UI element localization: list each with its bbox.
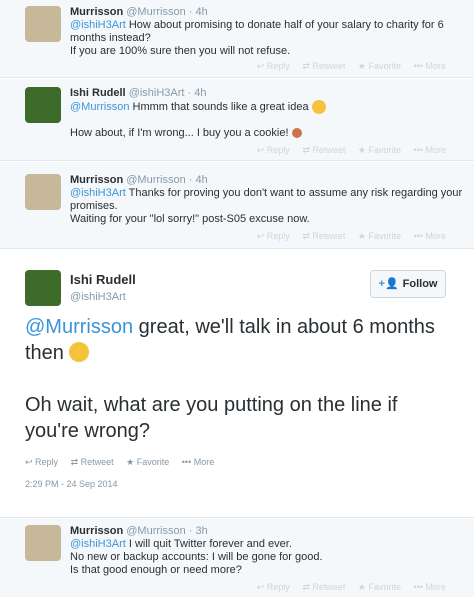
tweet-time[interactable]: 4h [196,174,208,186]
tweet-actions: ↩ Reply ⇄ Retweet ★ Favorite ••• More [247,581,446,594]
avatar[interactable] [25,270,61,306]
mention-link[interactable]: @ishiH3Art [70,19,126,31]
more-button[interactable]: ••• More [182,457,214,467]
favorite-button[interactable]: ★ Favorite [358,145,401,155]
follow-button[interactable]: +👤 Follow [370,270,446,298]
retweet-button[interactable]: ⇄ Retweet [302,582,345,592]
user-name[interactable]: Murrisson [70,6,123,18]
reply-button[interactable]: ↩ Reply [25,457,58,467]
tweet-text: @ishiH3Art I will quit Twitter forever a… [70,538,323,576]
tweet-time[interactable]: 4h [194,87,206,99]
mention-link[interactable]: @ishiH3Art [70,538,126,550]
user-name[interactable]: Murrisson [70,174,123,186]
reply-button[interactable]: ↩ Reply [257,582,290,592]
separator-dot: · [188,174,193,186]
separator-dot: · [188,525,193,537]
cookie-emoji-icon [291,128,302,139]
user-name[interactable]: Murrisson [70,525,123,537]
user-handle[interactable]: @ishiH3Art [129,87,185,99]
grin-emoji-icon [311,100,326,114]
more-button[interactable]: ••• More [414,231,446,241]
tweet-text: @ishiH3Art Thanks for proving you don't … [70,187,463,225]
tweet-time[interactable]: 3h [196,525,208,537]
favorite-button[interactable]: ★ Favorite [126,457,169,467]
favorite-button[interactable]: ★ Favorite [358,61,401,71]
avatar[interactable] [25,174,61,210]
tweet-2: Ishi Rudell @ishiH3Art · 4h @Murrisson H… [0,79,474,161]
mention-link[interactable]: @ishiH3Art [70,187,126,199]
mention-link[interactable]: @Murrisson [70,101,129,113]
tweet-1: Murrisson @Murrisson · 4h @ishiH3Art How… [0,0,474,78]
retweet-button[interactable]: ⇄ Retweet [302,231,345,241]
retweet-button[interactable]: ⇄ Retweet [302,145,345,155]
user-handle[interactable]: @ishiH3Art [70,291,136,304]
focused-tweet: Ishi Rudell @ishiH3Art +👤 Follow @Murriss… [0,250,474,518]
avatar[interactable] [25,6,61,42]
reply-button[interactable]: ↩ Reply [257,61,290,71]
tweet-actions: ↩ Reply ⇄ Retweet ★ Favorite ••• More [25,456,224,469]
mention-link[interactable]: @Murrisson [25,316,133,338]
tweet-actions: ↩ Reply ⇄ Retweet ★ Favorite ••• More [247,144,446,157]
reply-button[interactable]: ↩ Reply [257,231,290,241]
tweet-time[interactable]: 4h [196,6,208,18]
favorite-button[interactable]: ★ Favorite [358,231,401,241]
more-button[interactable]: ••• More [414,61,446,71]
retweet-button[interactable]: ⇄ Retweet [71,457,114,467]
tweet-4: Murrisson @Murrisson · 3h @ishiH3Art I w… [0,519,474,597]
user-handle[interactable]: @Murrisson [126,525,185,537]
reply-button[interactable]: ↩ Reply [257,145,290,155]
tweet-text: @Murrisson Hmmm that sounds like a great… [70,100,464,140]
tweet-actions: ↩ Reply ⇄ Retweet ★ Favorite ••• More [247,60,446,73]
tweet-3: Murrisson @Murrisson · 4h @ishiH3Art Tha… [0,162,474,249]
more-button[interactable]: ••• More [414,582,446,592]
user-name[interactable]: Ishi Rudell [70,87,126,99]
user-name[interactable]: Ishi Rudell [70,272,136,288]
add-user-icon: +👤 [378,278,399,290]
avatar[interactable] [25,87,61,123]
separator-dot: · [187,87,192,99]
user-handle[interactable]: @Murrisson [126,174,185,186]
avatar[interactable] [25,525,61,561]
separator-dot: · [188,6,193,18]
wink-emoji-icon [69,342,90,362]
tweet-actions: ↩ Reply ⇄ Retweet ★ Favorite ••• More [247,230,446,243]
tweet-text: @ishiH3Art How about promising to donate… [70,19,444,57]
tweet-timestamp[interactable]: 2:29 PM - 24 Sep 2014 [25,478,118,491]
user-handle[interactable]: @Murrisson [126,6,185,18]
retweet-button[interactable]: ⇄ Retweet [302,61,345,71]
more-button[interactable]: ••• More [414,145,446,155]
tweet-text: @Murrisson great, we'll talk in about 6 … [25,316,435,442]
favorite-button[interactable]: ★ Favorite [358,582,401,592]
